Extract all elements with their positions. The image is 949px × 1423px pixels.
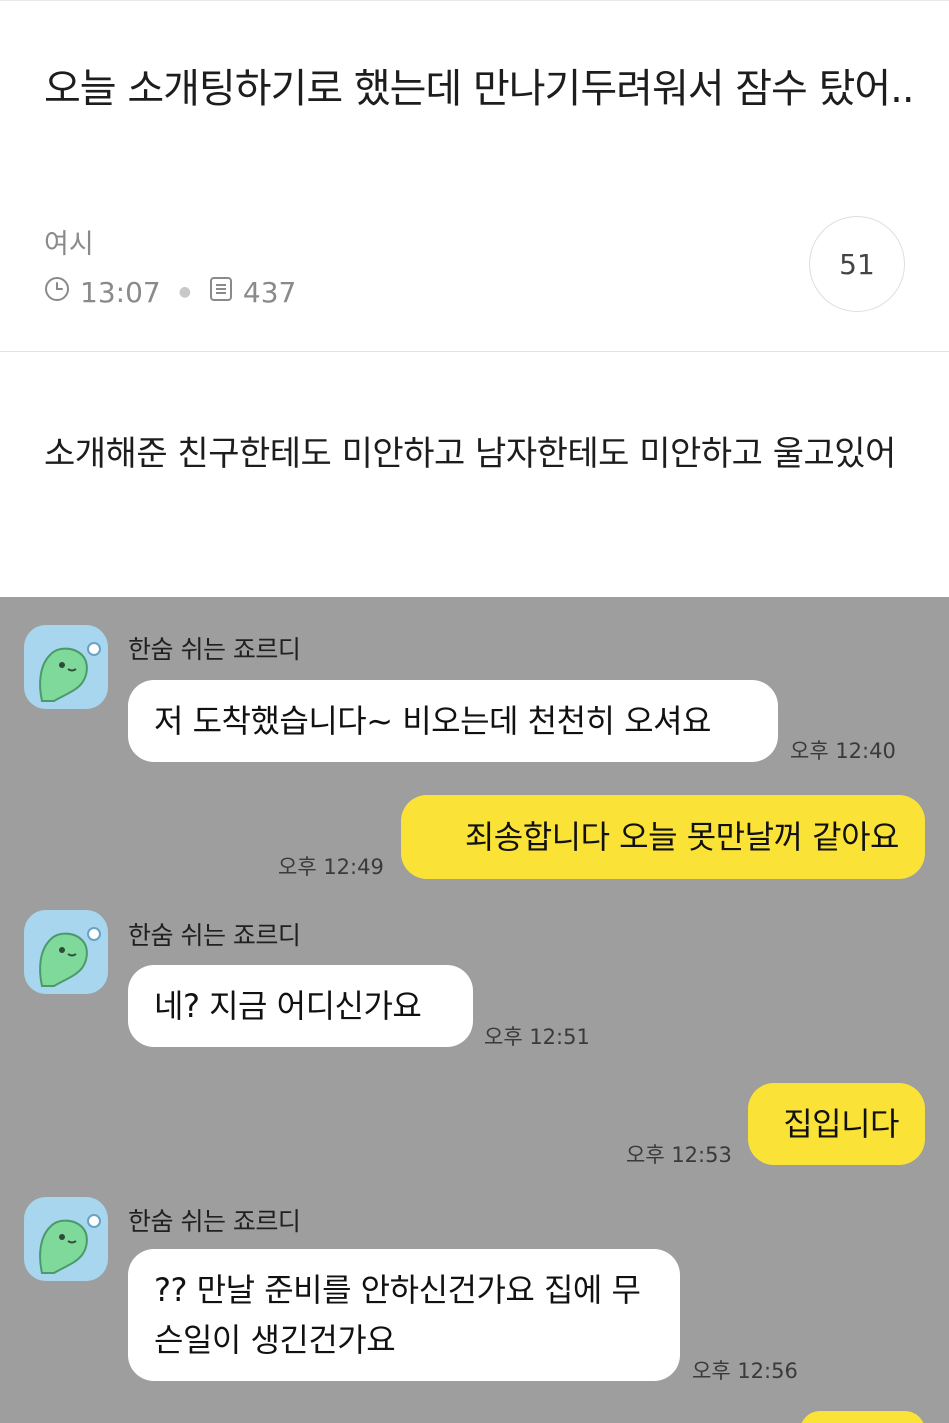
clock-icon [44, 276, 70, 309]
avatar[interactable] [24, 910, 108, 994]
post-body: 소개해준 친구한테도 미안하고 남자한테도 미안하고 울고있어 [44, 434, 896, 474]
message-bubble-incoming: 네? 지금 어디신가요 [128, 965, 473, 1047]
green-dinosaur-avatar-icon [39, 927, 101, 987]
post-meta: 13:07 ● 437 [44, 272, 296, 312]
message-bubble-outgoing: 죄송합니다 오늘 못만날꺼 같아요 [401, 795, 925, 879]
meta-separator: ● [178, 284, 191, 300]
sender-name: 한숨 쉬는 죠르디 [128, 1207, 301, 1236]
message-bubble-incoming: 저 도착했습니다~ 비오는데 천천히 오셔요 [128, 680, 778, 762]
document-icon [209, 276, 233, 309]
post-views: 437 [242, 275, 297, 309]
post-title: 오늘 소개팅하기로 했는데 만나기두려워서 잠수 탔어.. [44, 66, 915, 112]
post-header: 오늘 소개팅하기로 했는데 만나기두려워서 잠수 탔어.. 여시 13:07 ●… [0, 0, 949, 352]
message-bubble-outgoing-partial [800, 1411, 925, 1423]
green-dinosaur-avatar-icon [39, 642, 101, 702]
comment-count-button[interactable]: 51 [809, 216, 905, 312]
message-time: 오후 12:53 [626, 1143, 732, 1167]
message-bubble-incoming: ?? 만날 준비를 안하신건가요 집에 무슨일이 생긴건가요 [128, 1249, 680, 1381]
green-dinosaur-avatar-icon [39, 1214, 101, 1274]
message-bubble-outgoing: 집입니다 [748, 1083, 925, 1165]
post-author[interactable]: 여시 [44, 222, 94, 261]
avatar[interactable] [24, 1197, 108, 1281]
sender-name: 한숨 쉬는 죠르디 [128, 635, 301, 664]
message-time: 오후 12:51 [484, 1025, 590, 1049]
comment-count: 51 [839, 247, 875, 281]
chat-screenshot: 한숨 쉬는 죠르디 저 도착했습니다~ 비오는데 천천히 오셔요 오후 12:4… [0, 597, 949, 1423]
message-time: 오후 12:49 [278, 855, 384, 879]
avatar[interactable] [24, 625, 108, 709]
sender-name: 한숨 쉬는 죠르디 [128, 921, 301, 950]
message-time: 오후 12:40 [790, 739, 896, 763]
post-time: 13:07 [80, 275, 161, 309]
message-time: 오후 12:56 [692, 1359, 798, 1383]
